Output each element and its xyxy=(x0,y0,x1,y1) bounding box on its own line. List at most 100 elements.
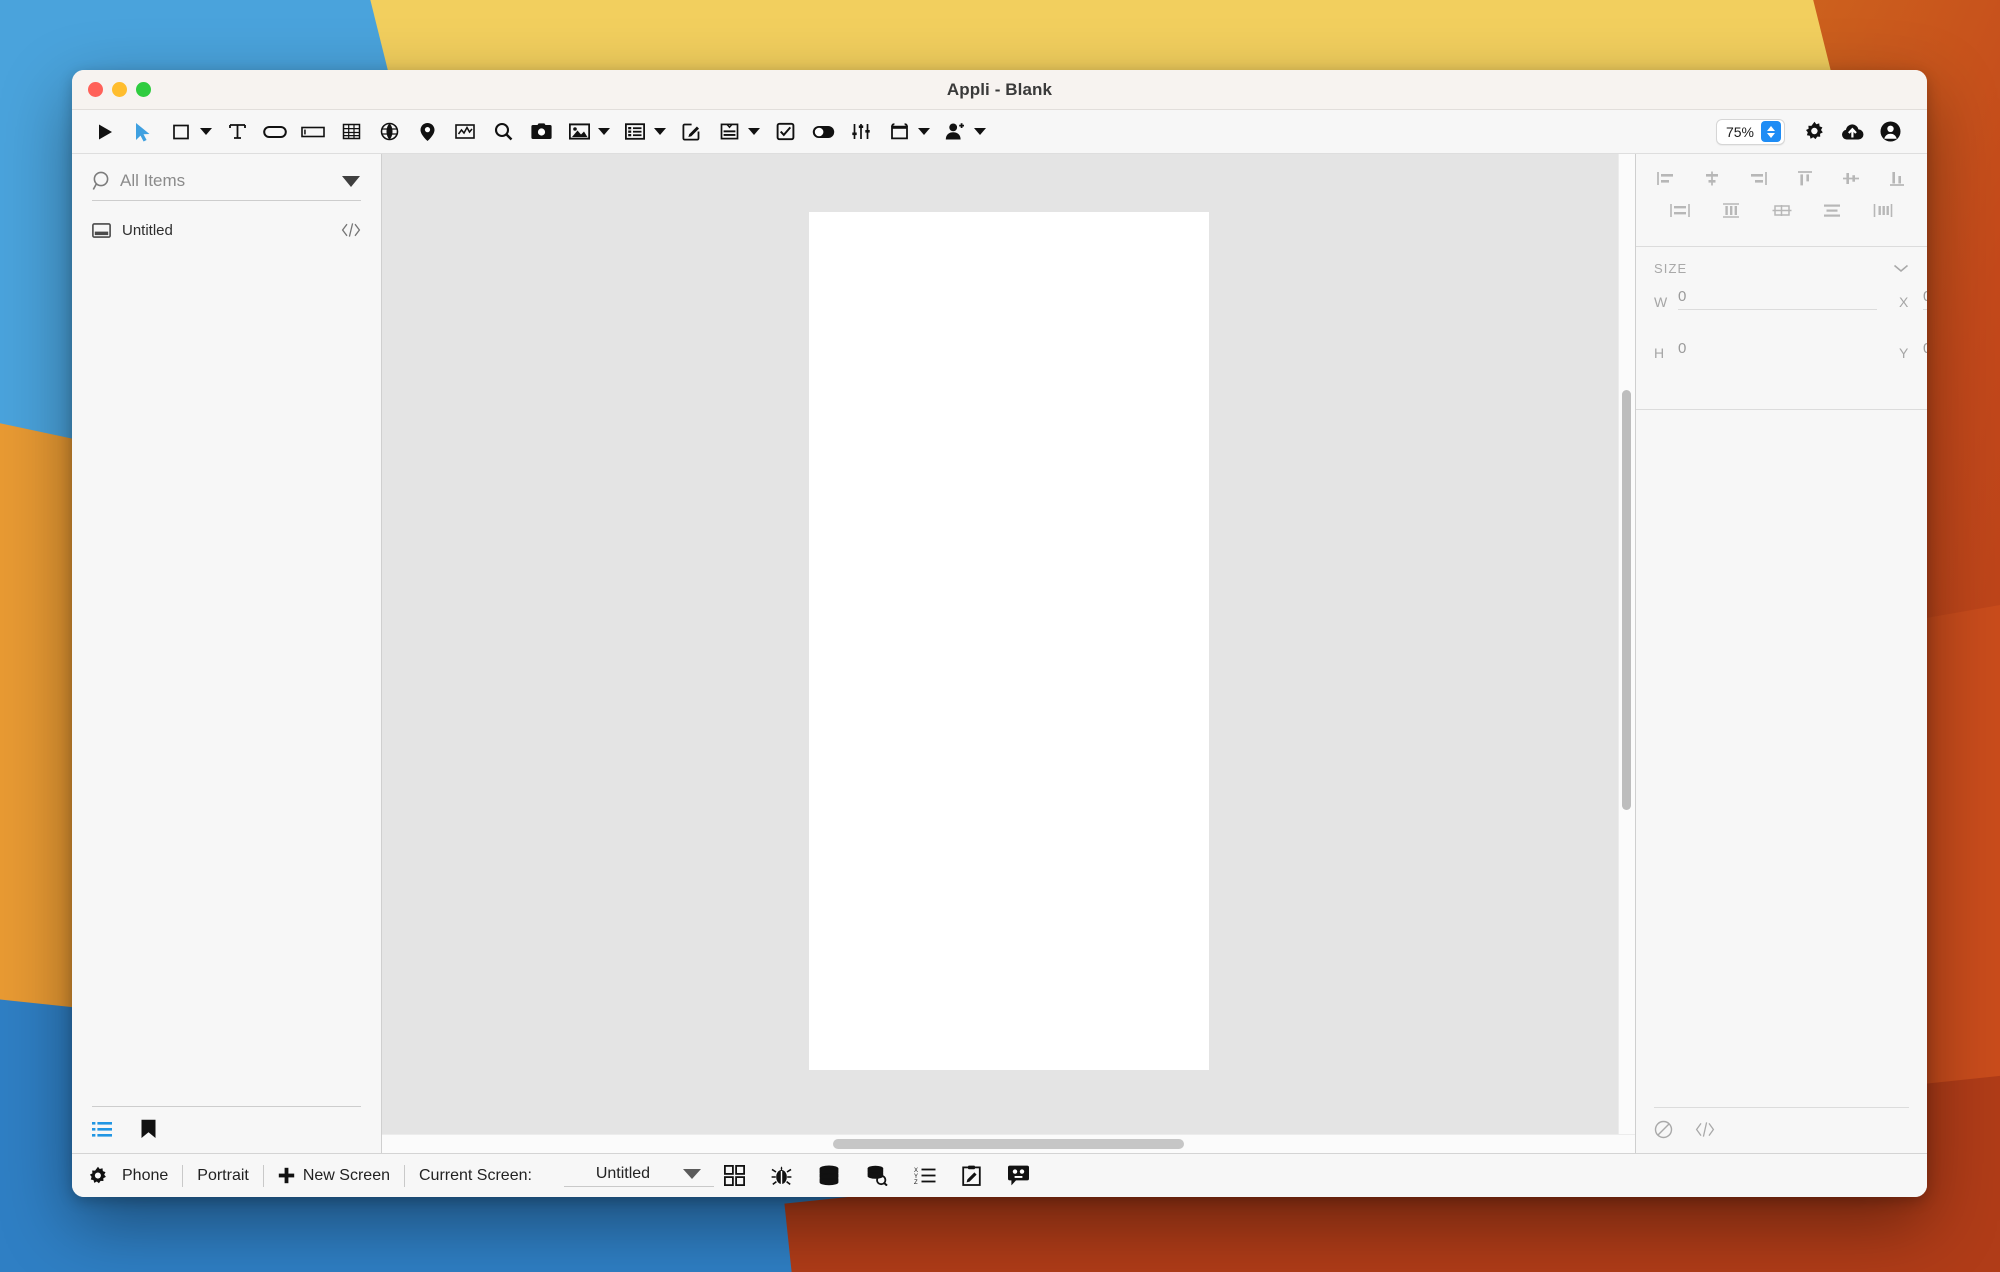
text-tool[interactable] xyxy=(222,117,252,147)
vertical-scrollbar[interactable] xyxy=(1622,390,1631,810)
list-tool[interactable] xyxy=(620,117,650,147)
user-tool-caret[interactable] xyxy=(972,117,988,147)
status-tools: XYZ xyxy=(723,1165,1030,1186)
zoom-stepper[interactable] xyxy=(1761,121,1781,142)
cloud-upload-button[interactable] xyxy=(1837,117,1867,147)
select-tool[interactable] xyxy=(128,117,158,147)
date-tool[interactable] xyxy=(884,117,914,147)
screen-icon xyxy=(92,222,118,238)
align-middle-vertical-button[interactable] xyxy=(1839,168,1863,188)
distribute-vertical-button[interactable] xyxy=(1719,200,1743,220)
components-button[interactable] xyxy=(723,1165,745,1186)
switch-tool[interactable] xyxy=(808,117,838,147)
account-button[interactable] xyxy=(1875,117,1905,147)
new-screen-label: New Screen xyxy=(302,1166,390,1184)
web-tool[interactable] xyxy=(374,117,404,147)
form-tool[interactable] xyxy=(714,117,744,147)
align-center-horizontal-button[interactable] xyxy=(1700,168,1724,188)
new-screen-button[interactable]: New Screen xyxy=(264,1167,404,1185)
settings-button[interactable] xyxy=(1799,117,1829,147)
group-width-button[interactable] xyxy=(1871,200,1895,220)
search-input[interactable] xyxy=(114,171,341,191)
orientation-label[interactable]: Portrait xyxy=(183,1167,263,1185)
map-tool[interactable] xyxy=(412,117,442,147)
status-bar: Phone Portrait New Screen Current Screen… xyxy=(72,1153,1927,1197)
list-item-label: Untitled xyxy=(122,221,173,239)
image-tool[interactable] xyxy=(564,117,594,147)
table-tool[interactable] xyxy=(336,117,366,147)
slider-tool[interactable] xyxy=(846,117,876,147)
equal-spacing-button[interactable] xyxy=(1770,200,1794,220)
debug-button[interactable] xyxy=(771,1165,792,1186)
textfield-tool[interactable] xyxy=(298,117,328,147)
height-input[interactable] xyxy=(1678,340,1877,361)
svg-text:Z: Z xyxy=(914,1180,918,1185)
phone-portrait-canvas[interactable] xyxy=(808,212,1209,1070)
size-row-hy: H Y xyxy=(1654,340,1927,361)
zoom-control[interactable]: 75% xyxy=(1715,118,1785,145)
form-tool-caret[interactable] xyxy=(746,117,762,147)
canvas-panel xyxy=(382,154,1635,1153)
notes-button[interactable] xyxy=(962,1165,981,1186)
width-input[interactable] xyxy=(1678,288,1877,310)
filter-dropdown[interactable] xyxy=(341,175,361,187)
size-row-wx: W X xyxy=(1654,288,1927,310)
image-tool-caret[interactable] xyxy=(596,117,612,147)
shape-tool-caret[interactable] xyxy=(198,117,214,147)
stack-button[interactable] xyxy=(1820,200,1844,220)
database-button[interactable] xyxy=(818,1165,840,1186)
workspace: Untitled xyxy=(72,154,1927,1153)
window-title: Appli - Blank xyxy=(946,79,1053,99)
code-view-button[interactable] xyxy=(1695,1121,1715,1138)
canvas-area[interactable] xyxy=(382,154,1635,1134)
code-brackets-icon[interactable] xyxy=(341,222,361,238)
plus-icon xyxy=(278,1167,295,1184)
align-right-button[interactable] xyxy=(1746,168,1770,188)
camera-tool[interactable] xyxy=(526,117,556,147)
x-label: X xyxy=(1899,294,1909,310)
align-left-button[interactable] xyxy=(1654,168,1678,188)
no-style-button[interactable] xyxy=(1654,1120,1673,1139)
x-field[interactable]: X xyxy=(1899,288,1927,310)
x-input[interactable] xyxy=(1923,288,1927,310)
list-item[interactable]: Untitled xyxy=(92,215,361,245)
search-icon xyxy=(92,170,114,192)
size-section-title: SIZE xyxy=(1654,261,1688,276)
list-tool-caret[interactable] xyxy=(652,117,668,147)
align-top-button[interactable] xyxy=(1793,168,1817,188)
edit-tool[interactable] xyxy=(676,117,706,147)
chart-tool[interactable] xyxy=(450,117,480,147)
outline-view-button[interactable] xyxy=(92,1121,112,1138)
y-input[interactable] xyxy=(1923,340,1927,361)
user-tool[interactable] xyxy=(940,117,970,147)
current-screen-select[interactable]: Untitled xyxy=(563,1165,714,1187)
button-tool[interactable] xyxy=(260,117,290,147)
alignment-row-2 xyxy=(1654,200,1909,220)
bookmarks-button[interactable] xyxy=(140,1119,157,1139)
width-label: W xyxy=(1654,294,1668,310)
inspector-footer xyxy=(1654,1107,1909,1153)
shape-tool[interactable] xyxy=(166,117,196,147)
size-section-header[interactable]: SIZE xyxy=(1636,247,1927,282)
left-sidebar: Untitled xyxy=(72,154,382,1153)
checkbox-tool[interactable] xyxy=(770,117,800,147)
width-field[interactable]: W xyxy=(1654,288,1877,310)
dropdown-caret-icon[interactable] xyxy=(682,1168,702,1187)
distribute-horizontal-button[interactable] xyxy=(1668,200,1692,220)
date-tool-caret[interactable] xyxy=(916,117,932,147)
height-label: H xyxy=(1654,345,1665,361)
assistant-button[interactable] xyxy=(1007,1165,1030,1186)
search-tool[interactable] xyxy=(488,117,518,147)
align-bottom-button[interactable] xyxy=(1885,168,1909,188)
right-inspector: SIZE W X H xyxy=(1635,154,1927,1153)
horizontal-scrollbar[interactable] xyxy=(833,1139,1184,1149)
height-field[interactable]: H xyxy=(1654,340,1877,361)
size-fields: W X H Y xyxy=(1636,282,1927,409)
database-query-button[interactable] xyxy=(866,1165,888,1186)
y-field[interactable]: Y xyxy=(1899,340,1927,361)
run-button[interactable] xyxy=(90,117,120,147)
chevron-down-icon[interactable] xyxy=(1893,264,1909,273)
settings-gear-icon[interactable] xyxy=(88,1166,108,1186)
device-type-label[interactable]: Phone xyxy=(108,1167,182,1185)
variables-button[interactable]: XYZ xyxy=(914,1166,936,1185)
